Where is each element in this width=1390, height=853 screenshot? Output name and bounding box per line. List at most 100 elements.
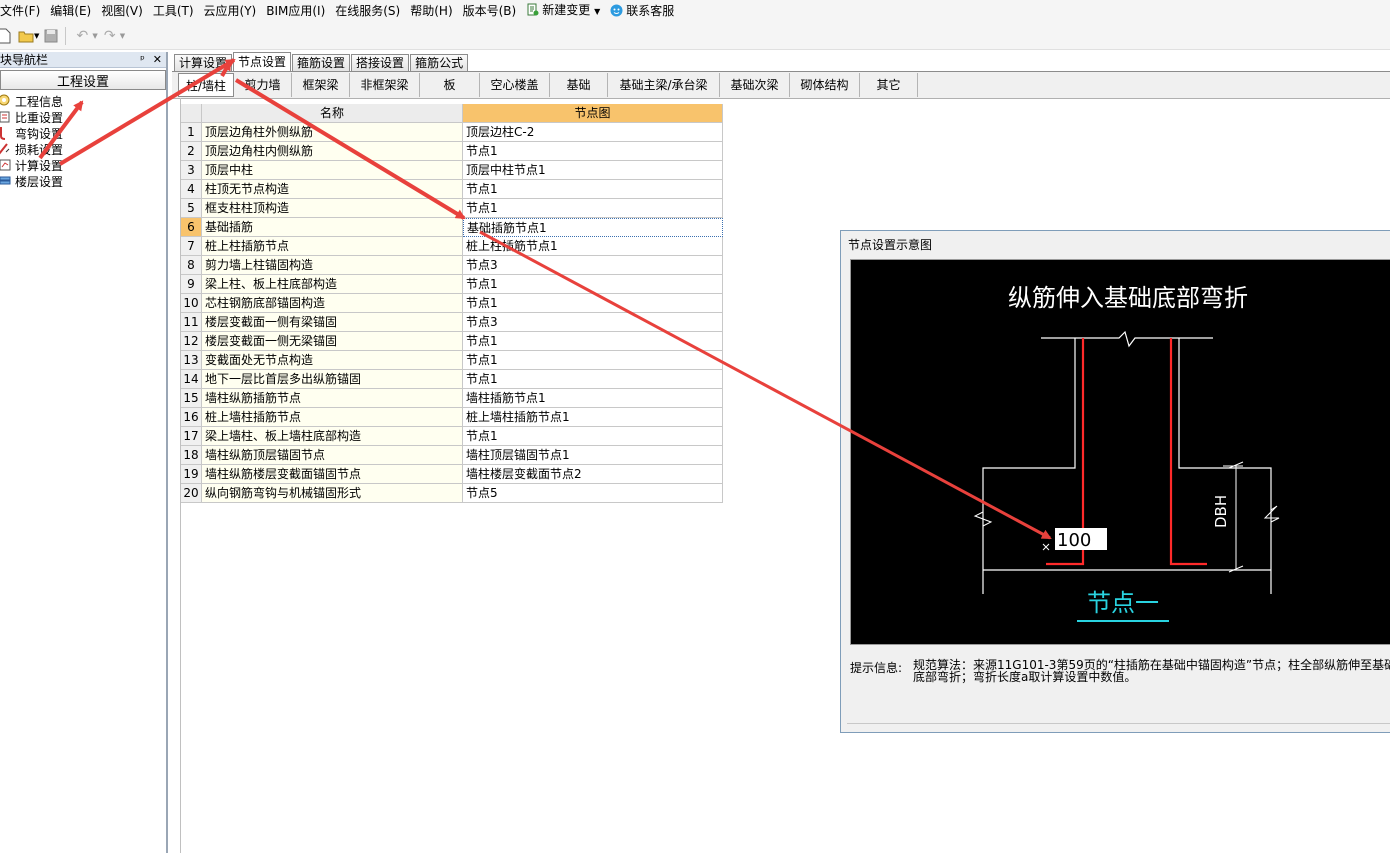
row-number: 2 (180, 142, 202, 161)
dialog-title[interactable]: 节点设置示意图 (841, 231, 1390, 255)
subtab-other[interactable]: 其它 (860, 73, 918, 97)
subtab-hollow-floor[interactable]: 空心楼盖 (480, 73, 550, 97)
row-node-cell[interactable]: 顶层边柱C-2 (463, 123, 723, 142)
row-node-cell[interactable]: 节点1 (463, 332, 723, 351)
subtab-slab[interactable]: 板 (420, 73, 480, 97)
menu-view[interactable]: 视图(V) (96, 0, 148, 22)
menu-help[interactable]: 帮助(H) (405, 0, 457, 22)
floor-settings-icon (0, 176, 11, 185)
menu-version[interactable]: 版本号(B) (458, 0, 522, 22)
table-row[interactable]: 19 墙柱纵筋楼层变截面锚固节点 墙柱楼层变截面节点2 (180, 465, 723, 484)
row-node-cell[interactable]: 节点1 (463, 351, 723, 370)
row-node-cell[interactable]: 墙柱楼层变截面节点2 (463, 465, 723, 484)
table-row[interactable]: 11 楼层变截面一侧有梁锚固 节点3 (180, 313, 723, 332)
row-node-cell[interactable]: 节点1 (463, 180, 723, 199)
row-node-cell[interactable]: 基础插筋节点1 (463, 218, 723, 237)
table-row[interactable]: 8 剪力墙上柱锚固构造 节点3 (180, 256, 723, 275)
table-row[interactable]: 15 墙柱纵筋插筋节点 墙柱插筋节点1 (180, 389, 723, 408)
table-row[interactable]: 3 顶层中柱 顶层中柱节点1 (180, 161, 723, 180)
new-change-button[interactable]: 新建变更 ▼ (521, 0, 605, 23)
table-row[interactable]: 13 变截面处无节点构造 节点1 (180, 351, 723, 370)
row-name-cell: 梁上柱、板上柱底部构造 (202, 275, 463, 294)
menu-cloud[interactable]: 云应用(Y) (199, 0, 262, 22)
close-icon[interactable]: ✕ (153, 53, 162, 66)
row-node-cell[interactable]: 桩上柱插筋节点1 (463, 237, 723, 256)
row-node-cell[interactable]: 节点3 (463, 313, 723, 332)
table-row[interactable]: 7 桩上柱插筋节点 桩上柱插筋节点1 (180, 237, 723, 256)
table-row[interactable]: 18 墙柱纵筋顶层锚固节点 墙柱顶层锚固节点1 (180, 446, 723, 465)
rebar-right (1169, 338, 1207, 566)
subtab-shear-wall[interactable]: 剪力墙 (234, 73, 292, 97)
menu-tools[interactable]: 工具(T) (148, 0, 199, 22)
save-icon[interactable] (41, 26, 61, 46)
row-number: 14 (180, 370, 202, 389)
row-node-cell[interactable]: 墙柱顶层锚固节点1 (463, 446, 723, 465)
menu-online-service[interactable]: 在线服务(S) (330, 0, 405, 22)
menu-bim[interactable]: BIM应用(I) (261, 0, 330, 22)
nav-item-project-info[interactable]: 工程信息 (0, 93, 166, 109)
nav-item-calc-settings[interactable]: 计算设置 (0, 157, 166, 173)
row-node-cell[interactable]: 节点1 (463, 427, 723, 446)
chevron-down-icon[interactable]: ▼ (34, 32, 39, 40)
table-row[interactable]: 5 框支柱柱顶构造 节点1 (180, 199, 723, 218)
row-node-cell[interactable]: 节点1 (463, 275, 723, 294)
chevron-down-icon[interactable]: ▼ (92, 32, 97, 40)
new-file-icon[interactable] (0, 26, 14, 46)
hook-settings-icon (0, 127, 6, 140)
table-row[interactable]: 20 纵向钢筋弯钩与机械锚固形式 节点5 (180, 484, 723, 503)
row-node-cell[interactable]: 墙柱插筋节点1 (463, 389, 723, 408)
menu-file[interactable]: 文件(F) (0, 0, 45, 22)
subtab-foundation[interactable]: 基础 (550, 73, 608, 97)
weight-settings-icon (0, 111, 10, 123)
nav-item-loss-settings[interactable]: 损耗设置 (0, 141, 166, 157)
subtab-non-frame-beam[interactable]: 非框架梁 (350, 73, 420, 97)
nav-item-weight-settings[interactable]: 比重设置 (0, 109, 166, 125)
tab-stirrup-settings[interactable]: 箍筋设置 (292, 54, 351, 71)
row-node-cell[interactable]: 节点1 (463, 199, 723, 218)
pin-icon[interactable]: ᵖ (140, 53, 145, 66)
table-row[interactable]: 9 梁上柱、板上柱底部构造 节点1 (180, 275, 723, 294)
bend-length-value[interactable]: 100 (1057, 530, 1091, 551)
nav-item-label: 计算设置 (15, 158, 64, 173)
table-row[interactable]: 10 芯柱钢筋底部锚固构造 节点1 (180, 294, 723, 313)
subtab-foundation-secondary-beam[interactable]: 基础次梁 (720, 73, 790, 97)
subtab-frame-beam[interactable]: 框架梁 (292, 73, 350, 97)
row-node-cell[interactable]: 节点3 (463, 256, 723, 275)
subtab-column[interactable]: 柱/墙柱 (178, 73, 234, 97)
tab-node-settings[interactable]: 节点设置 (233, 52, 292, 71)
table-row[interactable]: 17 梁上墙柱、板上墙柱底部构造 节点1 (180, 427, 723, 446)
contact-support-button[interactable]: 联系客服 (605, 0, 679, 22)
table-row[interactable]: 4 柱顶无节点构造 节点1 (180, 180, 723, 199)
chevron-down-icon[interactable]: ▼ (594, 7, 600, 16)
nav-item-floor-settings[interactable]: 楼层设置 (0, 173, 166, 189)
open-folder-icon[interactable] (16, 26, 36, 46)
table-row[interactable]: 2 顶层边角柱内侧纵筋 节点1 (180, 142, 723, 161)
nav-title-bar: 模块导航栏 ᵖ ✕ (0, 52, 166, 68)
row-node-cell[interactable]: 顶层中柱节点1 (463, 161, 723, 180)
row-number: 11 (180, 313, 202, 332)
chevron-down-icon[interactable]: ▼ (120, 32, 125, 40)
tab-calc-settings[interactable]: 计算设置 (174, 54, 233, 71)
subtab-foundation-main-beam[interactable]: 基础主梁/承台梁 (608, 73, 720, 97)
tab-lap-settings[interactable]: 搭接设置 (351, 54, 410, 71)
column-header-name[interactable]: 名称 (202, 104, 463, 123)
table-row[interactable]: 14 地下一层比首层多出纵筋锚固 节点1 (180, 370, 723, 389)
column-header-node[interactable]: 节点图 (463, 104, 723, 123)
subtab-masonry[interactable]: 砌体结构 (790, 73, 860, 97)
undo-icon[interactable]: ↶ (72, 26, 92, 46)
table-row[interactable]: 6 基础插筋 基础插筋节点1 (180, 218, 723, 237)
row-node-cell[interactable]: 节点1 (463, 294, 723, 313)
menu-edit[interactable]: 编辑(E) (45, 0, 96, 22)
tab-stirrup-formula[interactable]: 箍筋公式 (410, 54, 469, 71)
table-row[interactable]: 1 顶层边角柱外侧纵筋 顶层边柱C-2 (180, 123, 723, 142)
row-node-cell[interactable]: 桩上墙柱插筋节点1 (463, 408, 723, 427)
redo-icon[interactable]: ↷ (100, 26, 120, 46)
menu-bar: 文件(F) 编辑(E) 视图(V) 工具(T) 云应用(Y) BIM应用(I) … (0, 0, 1390, 22)
nav-section-project-settings[interactable]: 工程设置 (0, 70, 166, 90)
nav-item-hook-settings[interactable]: 弯钩设置 (0, 125, 166, 141)
row-node-cell[interactable]: 节点1 (463, 142, 723, 161)
row-node-cell[interactable]: 节点1 (463, 370, 723, 389)
row-node-cell[interactable]: 节点5 (463, 484, 723, 503)
table-row[interactable]: 12 楼层变截面一侧无梁锚固 节点1 (180, 332, 723, 351)
table-row[interactable]: 16 桩上墙柱插筋节点 桩上墙柱插筋节点1 (180, 408, 723, 427)
